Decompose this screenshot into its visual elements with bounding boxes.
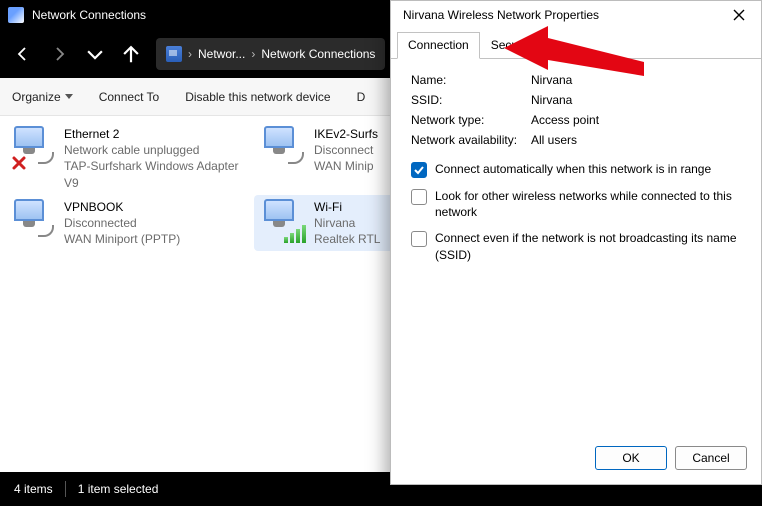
button-label: OK (622, 451, 639, 465)
diagnose-button[interactable]: D (357, 90, 366, 104)
forward-button[interactable] (48, 43, 70, 65)
up-button[interactable] (120, 43, 142, 65)
breadcrumb-seg-1[interactable]: Networ... (198, 47, 245, 61)
window-title: Network Connections (32, 8, 146, 22)
checkbox-look-other[interactable]: Look for other wireless networks while c… (411, 188, 741, 220)
checkbox-box (411, 189, 427, 205)
disconnected-x-icon (10, 154, 28, 172)
tab-security[interactable]: Security (480, 32, 545, 59)
adapter-status: Network cable unplugged (64, 142, 246, 158)
dialog-title: Nirvana Wireless Network Properties (399, 8, 725, 22)
adapter-icon (262, 199, 306, 243)
adapter-device: Realtek RTL (314, 231, 380, 247)
checkbox-box (411, 162, 427, 178)
chevron-down-icon (65, 94, 73, 99)
checkbox-label: Connect automatically when this network … (435, 161, 711, 177)
adapter-icon (262, 126, 306, 170)
prop-ssid-label: SSID: (411, 93, 531, 107)
button-label: Cancel (692, 451, 729, 465)
wifi-signal-icon (284, 225, 306, 243)
disable-device-label: Disable this network device (185, 90, 330, 104)
checkmark-icon (413, 164, 425, 176)
network-connections-icon (8, 7, 24, 23)
prop-availability-label: Network availability: (411, 133, 531, 147)
adapter-item-vpnbook[interactable]: VPNBOOK Disconnected WAN Miniport (PPTP) (4, 195, 254, 252)
connect-to-button[interactable]: Connect To (99, 90, 160, 104)
address-bar[interactable]: › Networ... › Network Connections (156, 38, 385, 70)
organize-button[interactable]: Organize (12, 90, 73, 104)
breadcrumb-seg-2[interactable]: Network Connections (261, 47, 375, 61)
adapter-name: Ethernet 2 (64, 126, 246, 142)
connect-to-label: Connect To (99, 90, 160, 104)
breadcrumb-separator: › (251, 47, 255, 61)
arrow-left-icon (15, 46, 31, 62)
status-selection-count: 1 item selected (78, 482, 159, 496)
adapter-device: WAN Miniport (PPTP) (64, 231, 180, 247)
adapter-device: TAP-Surfshark Windows Adapter V9 (64, 158, 246, 190)
prop-ssid-value: Nirvana (531, 93, 572, 107)
adapter-item-ethernet-2[interactable]: Ethernet 2 Network cable unplugged TAP-S… (4, 122, 254, 195)
breadcrumb-separator: › (188, 47, 192, 61)
diagnose-label: D (357, 90, 366, 104)
adapter-name: IKEv2-Surfs (314, 126, 378, 142)
checkbox-label: Connect even if the network is not broad… (435, 230, 741, 262)
organize-label: Organize (12, 90, 61, 104)
prop-type-value: Access point (531, 113, 599, 127)
ok-button[interactable]: OK (595, 446, 667, 470)
checkbox-box (411, 231, 427, 247)
prop-name-value: Nirvana (531, 73, 572, 87)
dialog-titlebar: Nirvana Wireless Network Properties (391, 1, 761, 29)
dialog-tabs: Connection Security (391, 31, 761, 59)
adapter-icon (12, 199, 56, 243)
chevron-down-icon (84, 43, 106, 65)
tab-connection[interactable]: Connection (397, 32, 480, 59)
folder-icon (166, 46, 182, 62)
cancel-button[interactable]: Cancel (675, 446, 747, 470)
dialog-footer: OK Cancel (391, 436, 761, 484)
wifi-properties-dialog: Nirvana Wireless Network Properties Conn… (390, 0, 762, 485)
back-button[interactable] (12, 43, 34, 65)
adapter-status: Nirvana (314, 215, 380, 231)
adapter-name: VPNBOOK (64, 199, 180, 215)
adapter-status: Disconnect (314, 142, 378, 158)
recent-button[interactable] (84, 43, 106, 65)
tab-label: Security (491, 38, 534, 52)
checkbox-connect-auto[interactable]: Connect automatically when this network … (411, 161, 741, 178)
disable-device-button[interactable]: Disable this network device (185, 90, 330, 104)
close-button[interactable] (725, 4, 753, 26)
adapter-status: Disconnected (64, 215, 180, 231)
arrow-up-icon (120, 43, 142, 65)
prop-availability-value: All users (531, 133, 577, 147)
arrow-right-icon (51, 46, 67, 62)
adapter-name: Wi-Fi (314, 199, 380, 215)
close-icon (733, 9, 745, 21)
prop-name-label: Name: (411, 73, 531, 87)
prop-type-label: Network type: (411, 113, 531, 127)
checkbox-label: Look for other wireless networks while c… (435, 188, 741, 220)
tab-label: Connection (408, 38, 469, 52)
adapter-device: WAN Minip (314, 158, 378, 174)
checkbox-connect-hidden[interactable]: Connect even if the network is not broad… (411, 230, 741, 262)
status-item-count: 4 items (14, 482, 53, 496)
status-divider (65, 481, 66, 497)
dialog-body: Name: Nirvana SSID: Nirvana Network type… (391, 59, 761, 436)
adapter-icon (12, 126, 56, 170)
